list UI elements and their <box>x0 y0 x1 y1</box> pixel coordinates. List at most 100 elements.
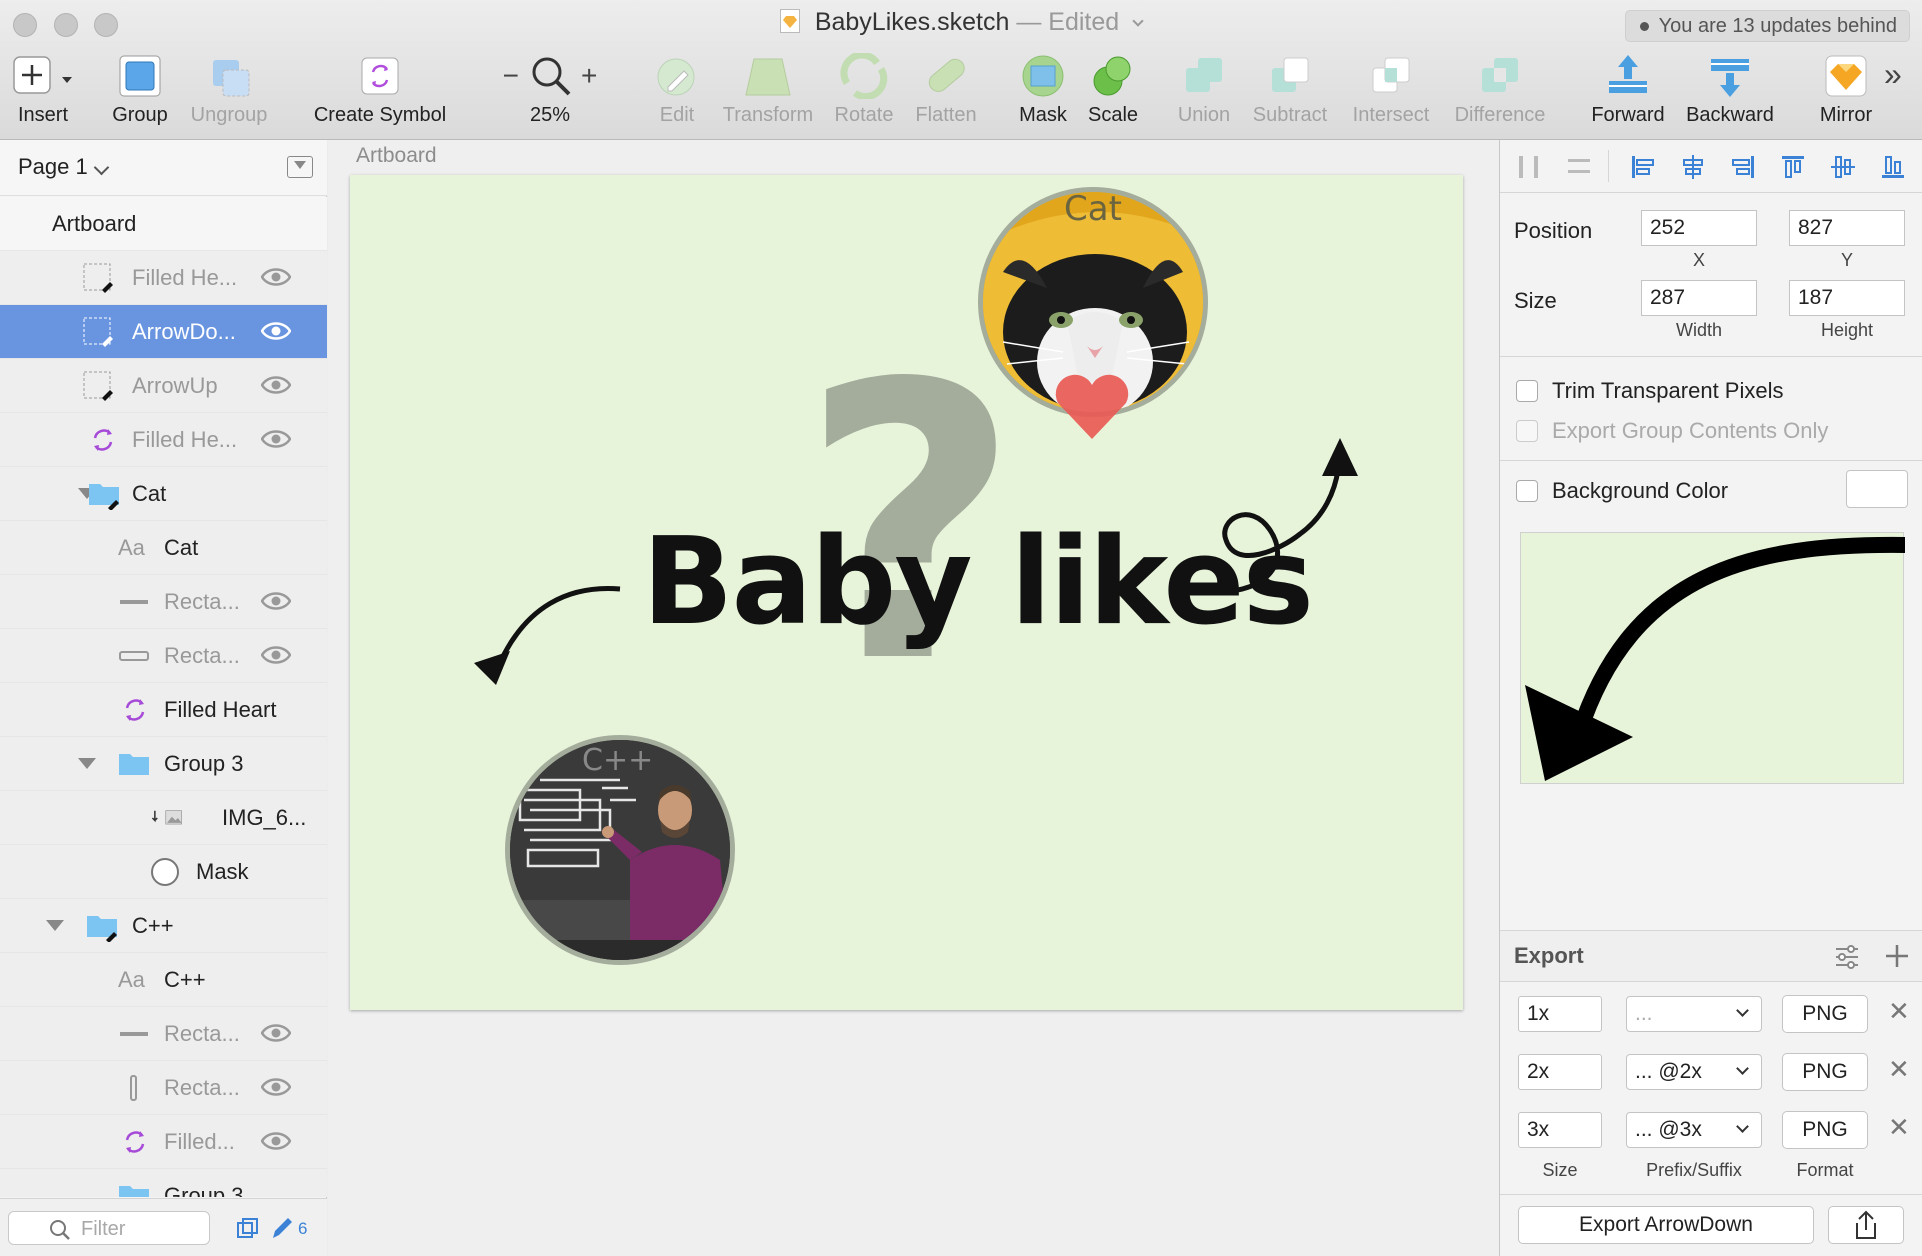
layer-group-cpp[interactable]: C++ <box>0 899 327 953</box>
title-chevron-icon[interactable] <box>1132 15 1144 27</box>
pages-toggle-button[interactable] <box>287 156 313 178</box>
updates-badge[interactable]: You are 13 updates behind <box>1624 10 1910 42</box>
layer-artboard[interactable]: Artboard <box>0 197 327 251</box>
filter-input[interactable]: Filter <box>8 1211 210 1245</box>
layer-arrow-up[interactable]: ArrowUp <box>0 359 327 413</box>
distribute-horizontal-icon[interactable] <box>1516 154 1542 180</box>
eye-icon[interactable] <box>261 1022 291 1044</box>
align-top-icon[interactable] <box>1780 154 1806 180</box>
export-size-input[interactable]: 1x <box>1518 996 1602 1032</box>
edit-button[interactable]: Edit <box>654 52 700 127</box>
layer-filled-heart[interactable]: Filled Heart <box>0 683 327 737</box>
heart-shape[interactable] <box>1052 371 1132 441</box>
add-export-icon[interactable] <box>1884 943 1910 969</box>
arrow-left-shape[interactable] <box>470 575 630 695</box>
export-format-button[interactable]: PNG <box>1782 1111 1868 1149</box>
page-selector[interactable]: Page 1 <box>0 140 327 196</box>
eye-icon[interactable] <box>261 644 291 666</box>
layer-rectangle[interactable]: Recta... <box>0 629 327 683</box>
remove-export-icon[interactable]: ✕ <box>1888 1054 1910 1085</box>
trim-transparent-checkbox[interactable] <box>1516 380 1538 402</box>
arrow-up-shape[interactable] <box>1210 430 1380 600</box>
layer-arrow-down[interactable]: ArrowDo... <box>0 305 327 359</box>
layer-group-cat[interactable]: Cat <box>0 467 327 521</box>
align-bottom-icon[interactable] <box>1880 154 1906 180</box>
layer-rectangle[interactable]: Recta... <box>0 575 327 629</box>
mask-icon <box>1022 55 1064 97</box>
artboard[interactable]: ? Baby likes Cat C++ <box>350 175 1463 1010</box>
layer-filled-heart-symbol[interactable]: Filled He... <box>0 413 327 467</box>
cpp-caption[interactable]: C++ <box>582 743 653 778</box>
position-y-input[interactable]: 827 <box>1789 210 1905 246</box>
difference-button[interactable]: Difference <box>1448 52 1552 127</box>
export-arrowdown-button[interactable]: Export ArrowDown <box>1518 1206 1814 1244</box>
rotate-button[interactable]: Rotate <box>830 52 898 127</box>
disclosure-triangle-icon[interactable] <box>46 920 64 931</box>
layer-rectangle[interactable]: Recta... <box>0 1007 327 1061</box>
align-middle-vertical-icon[interactable] <box>1830 154 1856 180</box>
export-format-button[interactable]: PNG <box>1782 1053 1868 1091</box>
design-canvas[interactable]: Artboard ? Baby likes Cat C++ <box>328 140 1499 1256</box>
remove-export-icon[interactable]: ✕ <box>1888 1112 1910 1143</box>
eye-icon[interactable] <box>261 266 291 288</box>
eye-icon[interactable] <box>261 1076 291 1098</box>
mask-button[interactable]: Mask <box>1016 52 1070 127</box>
eye-icon[interactable] <box>261 374 291 396</box>
subtract-button[interactable]: Subtract <box>1248 52 1332 127</box>
intersect-button[interactable]: Intersect <box>1346 52 1436 127</box>
create-symbol-button[interactable]: Create Symbol <box>302 52 458 127</box>
backward-button[interactable]: Backward <box>1682 52 1778 127</box>
artboard-title[interactable]: Artboard <box>356 144 437 168</box>
export-size-input[interactable]: 3x <box>1518 1112 1602 1148</box>
layer-rectangle[interactable]: Recta... <box>0 1061 327 1115</box>
group-button[interactable]: Group <box>106 52 174 127</box>
layer-group-3[interactable]: Group 3 <box>0 1169 327 1197</box>
scale-button[interactable]: Scale <box>1082 52 1144 127</box>
position-x-input[interactable]: 252 <box>1641 210 1757 246</box>
zoom-out-button[interactable]: − <box>503 60 519 92</box>
mirror-button[interactable]: Mirror <box>1816 52 1876 127</box>
align-center-horizontal-icon[interactable] <box>1680 154 1706 180</box>
union-button[interactable]: Union <box>1174 52 1234 127</box>
align-right-icon[interactable] <box>1730 154 1756 180</box>
zoom-level[interactable]: 25% <box>494 104 606 127</box>
ungroup-button[interactable]: Ungroup <box>184 52 274 127</box>
eye-icon[interactable] <box>261 428 291 450</box>
export-suffix-select[interactable]: ... @2x <box>1626 1054 1762 1090</box>
forward-button[interactable]: Forward <box>1586 52 1670 127</box>
insert-button[interactable]: Insert <box>10 52 76 127</box>
align-left-icon[interactable] <box>1630 154 1656 180</box>
export-format-button[interactable]: PNG <box>1782 995 1868 1033</box>
remove-export-icon[interactable]: ✕ <box>1888 996 1910 1027</box>
layer-mask[interactable]: Mask <box>0 845 327 899</box>
background-color-swatch[interactable] <box>1846 470 1908 508</box>
eye-icon[interactable] <box>261 1130 291 1152</box>
zoom-in-button[interactable]: + <box>581 60 597 92</box>
flatten-button[interactable]: Flatten <box>910 52 982 127</box>
layer-text-cpp[interactable]: Aa C++ <box>0 953 327 1007</box>
share-button[interactable] <box>1828 1206 1904 1244</box>
export-suffix-select[interactable]: ... @3x <box>1626 1112 1762 1148</box>
edited-layers-filter-icon[interactable] <box>270 1215 294 1241</box>
cat-caption[interactable]: Cat <box>1064 189 1122 229</box>
export-size-input[interactable]: 2x <box>1518 1054 1602 1090</box>
height-input[interactable]: 187 <box>1789 280 1905 316</box>
export-settings-icon[interactable] <box>1834 945 1860 969</box>
layer-filled-heart-path[interactable]: Filled He... <box>0 251 327 305</box>
transform-button[interactable]: Transform <box>718 52 818 127</box>
layer-filled-symbol[interactable]: Filled... <box>0 1115 327 1169</box>
eye-icon[interactable] <box>261 320 291 342</box>
layer-text-cat[interactable]: Aa Cat <box>0 521 327 575</box>
toolbar-overflow-button[interactable]: » <box>1884 56 1902 93</box>
disclosure-triangle-icon[interactable] <box>78 758 96 769</box>
width-input[interactable]: 287 <box>1641 280 1757 316</box>
distribute-vertical-icon[interactable] <box>1566 154 1592 180</box>
export-group-checkbox[interactable] <box>1516 420 1538 442</box>
export-suffix-select[interactable]: ... <box>1626 996 1762 1032</box>
eye-icon[interactable] <box>261 590 291 612</box>
folder-icon <box>87 916 117 942</box>
background-color-checkbox[interactable] <box>1516 480 1538 502</box>
artboards-filter-icon[interactable] <box>236 1217 260 1241</box>
layer-group-3[interactable]: Group 3 <box>0 737 327 791</box>
layer-image[interactable]: IMG_6... <box>0 791 327 845</box>
